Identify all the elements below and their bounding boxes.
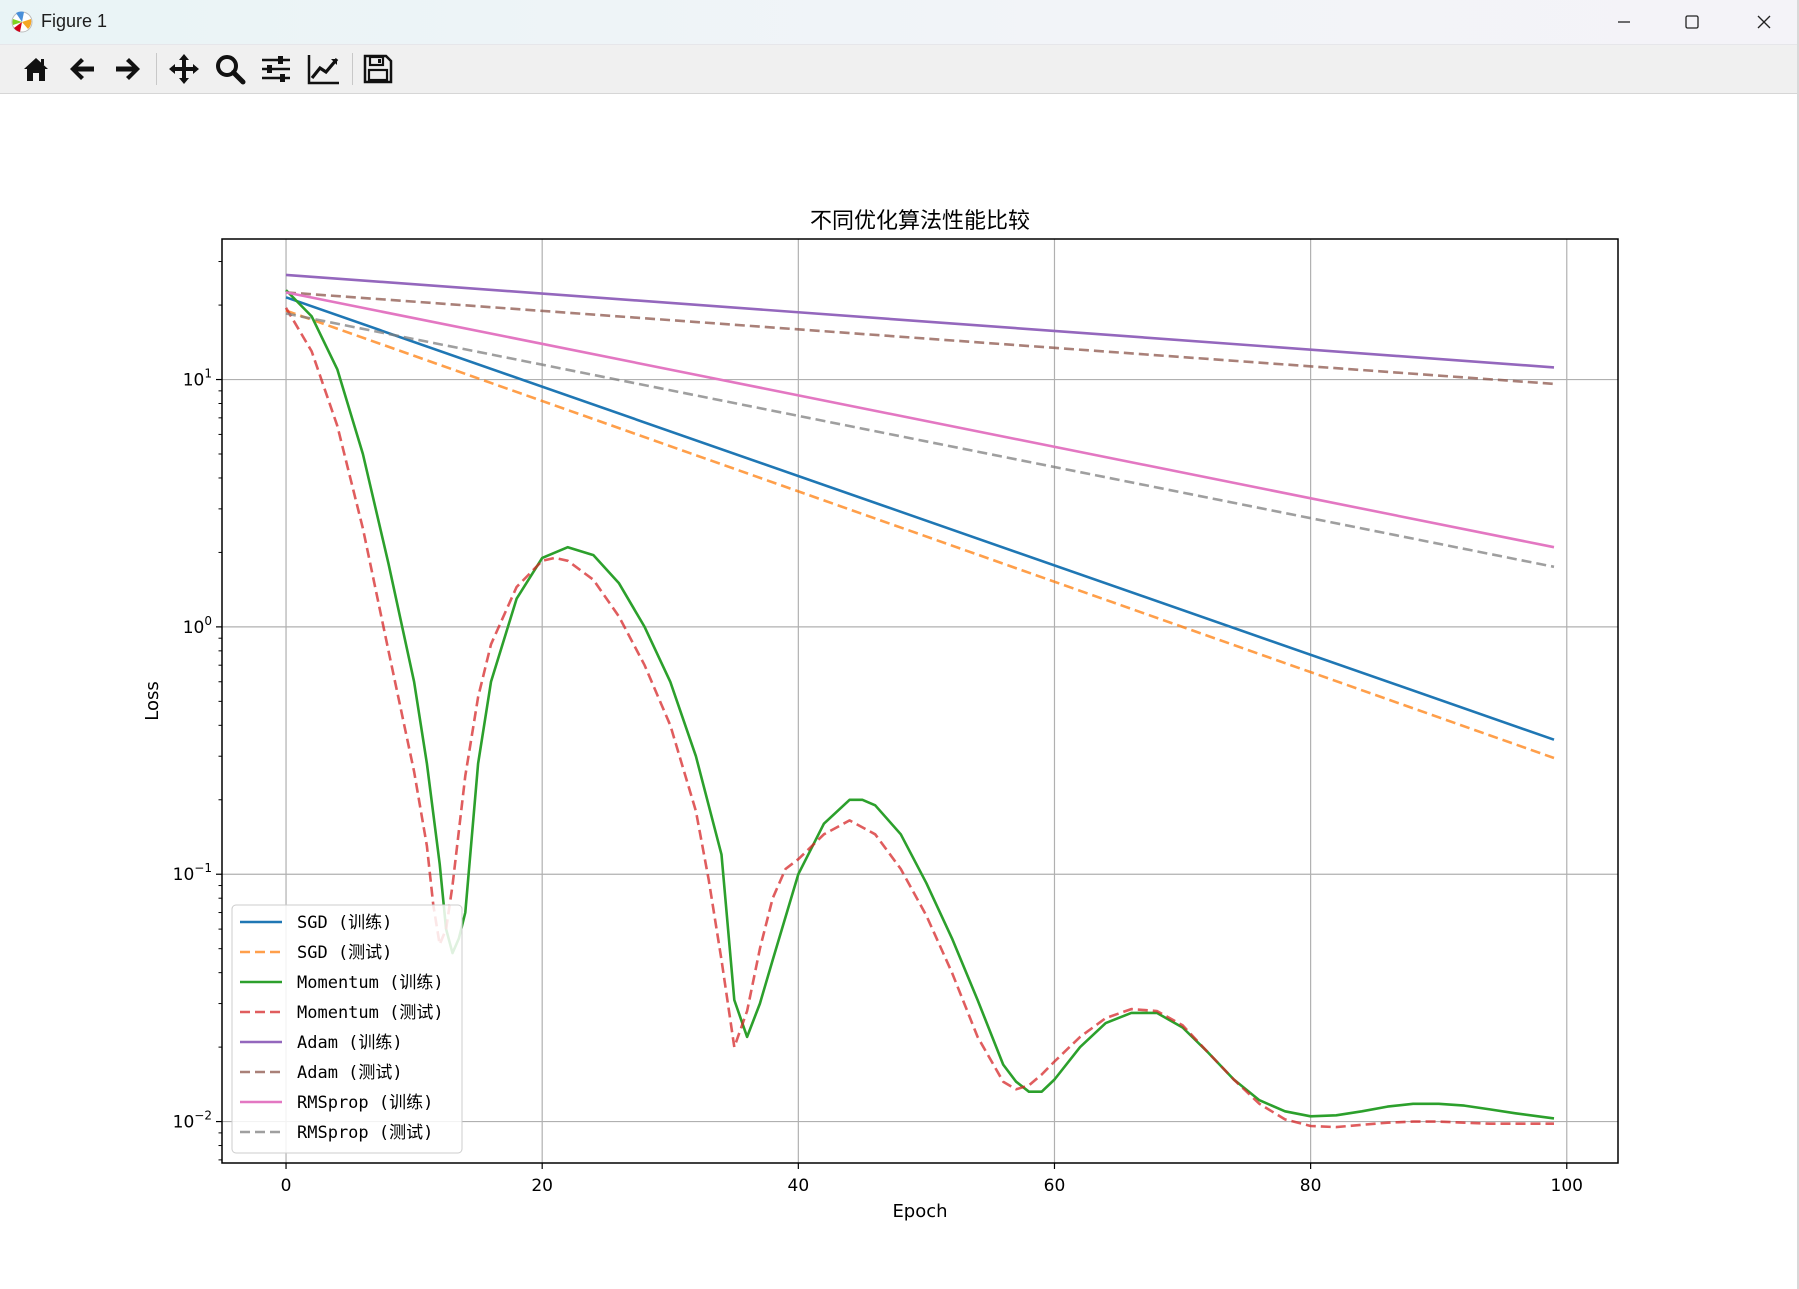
legend-label: Adam (测试) [297, 1063, 403, 1083]
series-line [285, 273, 1555, 369]
y-tick-exponent: −2 [194, 1109, 212, 1123]
chart-title: 不同优化算法性能比较 [810, 209, 1030, 234]
line-chart-icon [307, 55, 339, 85]
y-tick-label: 10−2 [173, 1109, 212, 1133]
sliders-icon [262, 56, 290, 82]
back-button[interactable] [62, 51, 102, 87]
x-tick-label: 80 [1300, 1176, 1322, 1196]
legend-label: Momentum (测试) [297, 1003, 444, 1023]
y-tick-base: 10 [173, 865, 195, 885]
move-arrows-icon [169, 54, 199, 84]
arrow-left-icon [70, 58, 94, 80]
series-lines [284, 273, 1555, 1129]
magnifier-icon [216, 55, 246, 85]
subplots-button[interactable] [256, 51, 296, 87]
series-line [285, 291, 1555, 549]
legend-label: RMSprop (训练) [297, 1093, 433, 1113]
y-tick-label: 101 [183, 367, 212, 391]
home-icon [24, 58, 48, 81]
close-button[interactable] [1730, 0, 1798, 44]
arrow-right-icon [116, 58, 140, 80]
x-tick-label: 60 [1044, 1176, 1066, 1196]
toolbar-separator [156, 53, 157, 85]
series-line [285, 291, 1555, 386]
zoom-button[interactable] [210, 51, 250, 87]
minimize-icon [1618, 21, 1630, 23]
figure-canvas[interactable]: 0 20 40 60 80 100 10−2 10−1 100 101 不同优化算法性能比较 Ep… [0, 94, 1799, 1289]
legend-label: Adam (训练) [297, 1033, 403, 1053]
series-line [285, 296, 1555, 741]
y-tick-base: 10 [183, 371, 205, 391]
y-tick-base: 10 [183, 618, 205, 638]
close-icon [1757, 15, 1771, 29]
customize-button[interactable] [304, 51, 344, 87]
y-tick-label: 10−1 [173, 861, 212, 885]
toolbar-separator [352, 53, 353, 85]
x-tick-label: 20 [531, 1176, 553, 1196]
navigation-toolbar [0, 45, 1799, 94]
maximize-icon [1685, 15, 1699, 29]
floppy-disk-icon [363, 54, 393, 84]
y-tick-exponent: 1 [204, 367, 212, 381]
loss-chart: 0 20 40 60 80 10010−210−1100101 不同优化算法性能比较 Ep… [142, 209, 1619, 1222]
y-tick-exponent: 0 [204, 614, 212, 628]
legend-label: SGD (训练) [297, 913, 392, 933]
y-axis-label: Loss [142, 681, 163, 720]
window-title: Figure 1 [41, 11, 108, 31]
series-line [284, 307, 1554, 1129]
y-tick-exponent: −1 [194, 861, 212, 875]
x-axis-label: Epoch [892, 1201, 947, 1222]
x-tick-label: 100 [1551, 1176, 1583, 1196]
series-line [285, 312, 1555, 569]
series-line [285, 309, 1555, 760]
legend: SGD (训练) SGD (测试) Momentum (训练) Momentum (测… [231, 904, 463, 1154]
maximize-button[interactable] [1658, 0, 1726, 44]
minimize-button[interactable] [1590, 0, 1658, 44]
home-button[interactable] [16, 51, 56, 87]
matplotlib-icon [11, 11, 33, 33]
y-tick-label: 100 [183, 614, 212, 638]
legend-label: SGD (测试) [297, 943, 392, 963]
x-tick-label: 40 [788, 1176, 810, 1196]
forward-button[interactable] [108, 51, 148, 87]
y-tick-base: 10 [173, 1113, 195, 1133]
x-tick-label: 0 [281, 1176, 292, 1196]
pan-button[interactable] [164, 51, 204, 87]
legend-label: Momentum (训练) [297, 973, 444, 993]
window-titlebar: Figure 1 [0, 0, 1799, 45]
legend-label: RMSprop (测试) [297, 1123, 433, 1143]
save-button[interactable] [358, 51, 398, 87]
